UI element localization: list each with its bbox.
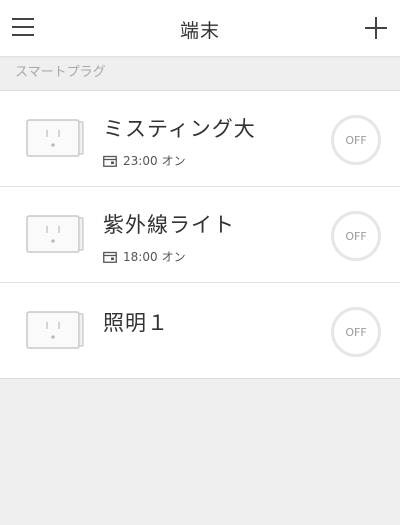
schedule-info: 18:00 オン [103,248,186,265]
device-row-2[interactable]: 紫外線ライト 18:00 オン OFF [0,187,400,283]
calendar-icon [103,155,117,167]
device-row-3[interactable]: 照明１ OFF [0,283,400,378]
app-header: 端末 [0,0,400,56]
schedule-action: オン [161,154,186,168]
device-name: ミスティング大 [103,117,256,141]
smart-plug-icon [26,119,84,157]
power-toggle[interactable]: OFF [331,211,381,261]
device-list: ミスティング大 23:00 オン OFF 紫外線ライト 18:00 オン OFF… [0,90,400,379]
schedule-time: 18:00 [123,249,158,264]
smart-plug-icon [26,215,84,253]
schedule-time: 23:00 [123,153,158,168]
add-device-button[interactable] [364,16,388,40]
section-label: スマートプラグ [15,65,106,80]
schedule-action: オン [161,250,186,264]
schedule-info: 23:00 オン [103,152,186,169]
device-name: 照明１ [103,311,169,335]
power-toggle[interactable]: OFF [331,307,381,357]
page-title: 端末 [179,20,220,42]
plus-icon [365,17,387,39]
calendar-icon [103,251,117,263]
smart-plug-icon [26,311,84,349]
device-row-1[interactable]: ミスティング大 23:00 オン OFF [0,91,400,187]
device-name: 紫外線ライト [103,213,235,237]
power-toggle[interactable]: OFF [331,115,381,165]
